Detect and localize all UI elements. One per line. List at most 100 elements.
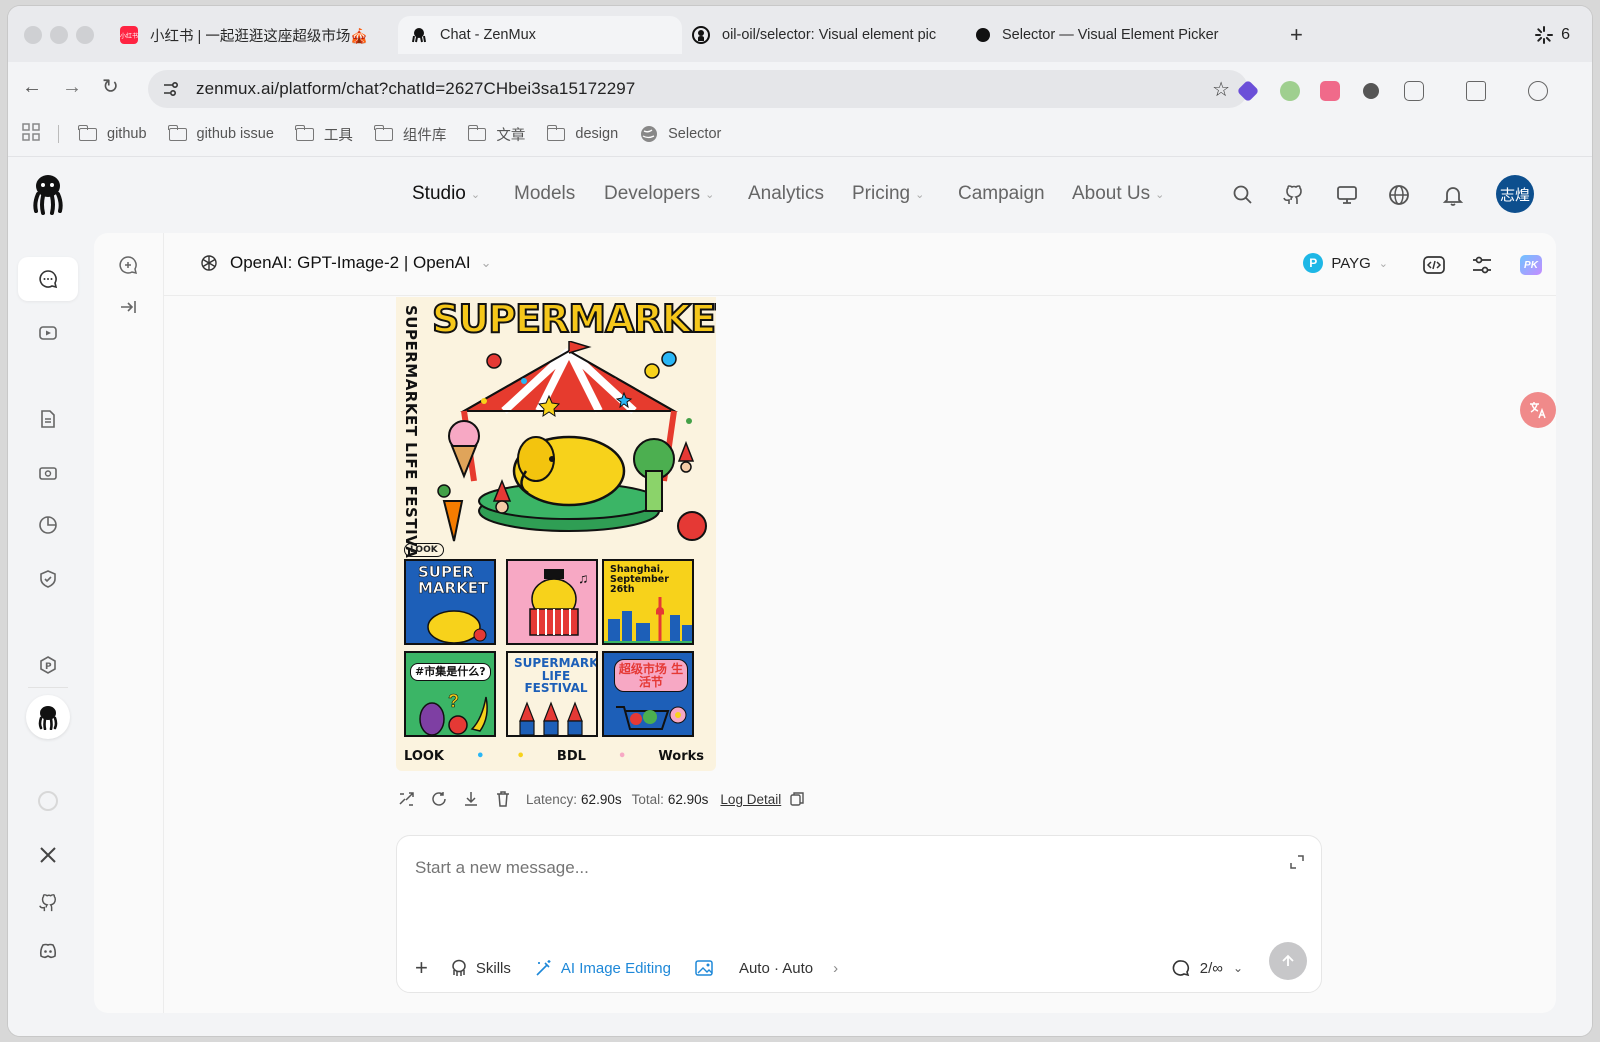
maximize-window-button[interactable]	[76, 26, 94, 44]
chat-card-sidebar	[94, 233, 164, 1013]
latency-label: Latency:	[526, 791, 578, 807]
expand-sidebar-icon[interactable]	[118, 297, 138, 317]
bookmark-star-icon[interactable]: ☆	[1212, 77, 1230, 102]
site-settings-icon[interactable]	[162, 80, 180, 98]
reload-icon[interactable]: ↻	[102, 77, 119, 97]
bookmark-design[interactable]: design	[546, 124, 618, 142]
bookmark-selector[interactable]: Selector	[640, 125, 721, 143]
ai-image-editing-button[interactable]: AI Image Editing	[535, 959, 671, 977]
bookmark-components[interactable]: 组件库	[374, 124, 446, 145]
octopus-icon	[38, 706, 58, 730]
forward-icon[interactable]: →	[62, 77, 82, 97]
rail-x[interactable]	[18, 833, 78, 877]
globe-icon[interactable]	[1388, 184, 1410, 206]
browser-toolbar: ← → ↻ zenmux.ai/platform/chat?chatId=262…	[8, 62, 1592, 112]
rail-documents[interactable]	[18, 397, 78, 441]
expand-icon[interactable]	[1289, 854, 1305, 870]
translate-floating-button[interactable]	[1520, 392, 1556, 428]
bookmark-label: Selector	[668, 126, 722, 142]
rail-video[interactable]	[18, 311, 78, 355]
copy-icon[interactable]	[789, 791, 805, 807]
nav-campaign[interactable]: Campaign	[958, 183, 1045, 205]
back-icon[interactable]: ←	[22, 77, 42, 97]
message-composer: + Skills AI Image Editing Auto · Auto ›	[396, 835, 1322, 993]
code-icon[interactable]	[1422, 253, 1446, 277]
chat-count-icon	[1172, 960, 1189, 977]
message-input[interactable]	[415, 858, 1215, 878]
monitor-icon[interactable]	[1336, 184, 1358, 206]
regenerate-icon[interactable]	[430, 790, 448, 808]
nav-studio[interactable]: Studio ⌄	[412, 183, 480, 205]
skills-button[interactable]: Skills	[450, 959, 511, 977]
nav-analytics[interactable]: Analytics	[748, 183, 824, 205]
bookmark-github[interactable]: github	[78, 124, 147, 142]
poster-cell-shanghai: Shanghai, September 26th	[602, 559, 694, 645]
selector-dot-icon	[976, 28, 990, 42]
github-icon[interactable]	[1282, 184, 1304, 206]
bookmarks-bar: github github issue 工具 组件库 文章 design Sel…	[8, 112, 1592, 156]
skills-label: Skills	[475, 959, 511, 977]
send-button[interactable]	[1269, 942, 1307, 980]
apps-grid-icon[interactable]	[22, 123, 40, 145]
nav-about-us[interactable]: About Us ⌄	[1072, 183, 1164, 205]
cell-text: SUPER MARKET	[418, 563, 489, 597]
zenmux-logo-icon[interactable]	[30, 173, 66, 220]
new-chat-icon[interactable]	[118, 255, 138, 275]
bookmark-articles[interactable]: 文章	[467, 124, 525, 145]
tab-github-selector[interactable]: oil-oil/selector: Visual element pic	[692, 16, 956, 54]
bell-icon[interactable]	[1442, 184, 1464, 206]
chevron-down-icon: ⌄	[915, 188, 925, 201]
bookmark-tools[interactable]: 工具	[295, 124, 353, 145]
close-window-button[interactable]	[24, 26, 42, 44]
bookmark-label: github issue	[196, 126, 274, 142]
video-icon	[39, 326, 57, 340]
rail-github[interactable]	[18, 881, 78, 925]
rail-security[interactable]	[18, 557, 78, 601]
rail-payg[interactable]: P	[18, 643, 78, 687]
extension-circle-icon[interactable]	[1363, 83, 1379, 99]
log-detail-link[interactable]: Log Detail	[720, 792, 781, 807]
rail-chat[interactable]	[18, 257, 78, 301]
tab-counter[interactable]: 6	[1525, 20, 1580, 50]
latency-value: 62.90s	[581, 791, 622, 807]
nav-developers[interactable]: Developers ⌄	[604, 183, 714, 205]
share-icon[interactable]	[398, 790, 416, 808]
rail-discord[interactable]	[18, 929, 78, 973]
nav-pricing[interactable]: Pricing ⌄	[852, 183, 924, 205]
image-settings-icon	[695, 960, 713, 976]
settings-sliders-icon[interactable]	[1470, 253, 1494, 277]
tab-search-icon[interactable]	[1466, 81, 1486, 101]
svg-text:?: ?	[448, 691, 459, 711]
bookmark-github-issue[interactable]: github issue	[167, 124, 274, 142]
download-icon[interactable]	[462, 790, 480, 808]
rail-billing[interactable]	[18, 451, 78, 495]
profile-icon[interactable]	[1528, 81, 1548, 101]
tab-selector-picker[interactable]: Selector — Visual Element Picker	[976, 16, 1266, 54]
trash-icon[interactable]	[494, 790, 512, 808]
new-tab-button[interactable]: +	[1290, 24, 1303, 46]
tab-zenmux-chat[interactable]: Chat - ZenMux	[398, 16, 682, 54]
poster-cell-festival: SUPERMARKET LIFE FESTIVAL	[506, 651, 598, 737]
tab-xiaohongshu[interactable]: 小红书 小红书 | 一起逛逛这座超级市场🎪	[120, 16, 390, 54]
pk-button[interactable]: PK	[1520, 255, 1542, 275]
extensions-icon[interactable]	[1404, 81, 1424, 101]
generated-image[interactable]: SUPERMARKET LIFE FESTIVAL SUPERMARKET LO…	[396, 297, 716, 771]
top-navigation: Studio ⌄ Models Developers ⌄ Analytics Pri…	[8, 157, 1592, 233]
nav-label: Analytics	[748, 183, 825, 204]
context-counter[interactable]: 2/∞ ⌄	[1172, 959, 1243, 977]
plan-selector[interactable]: P PAYG ⌄	[1303, 253, 1388, 273]
address-bar[interactable]: zenmux.ai/platform/chat?chatId=2627CHbei…	[148, 70, 1248, 108]
minimize-window-button[interactable]	[50, 26, 68, 44]
extension-puzzle-green-icon[interactable]	[1280, 81, 1300, 101]
rail-analytics[interactable]	[18, 503, 78, 547]
user-avatar[interactable]: 志煌	[1496, 175, 1534, 213]
extension-translate-icon[interactable]	[1320, 81, 1340, 101]
nav-models[interactable]: Models	[514, 183, 575, 205]
model-selector[interactable]: OpenAI: GPT-Image-2 | OpenAI ⌄	[200, 253, 492, 273]
translate-icon	[1530, 402, 1546, 419]
image-size-selector[interactable]: Auto · Auto ›	[695, 959, 838, 977]
add-attachment-button[interactable]: +	[415, 955, 428, 981]
chevron-down-icon: ⌄	[470, 188, 481, 201]
rail-octopus-bot[interactable]	[26, 695, 70, 739]
search-icon[interactable]	[1232, 184, 1254, 206]
